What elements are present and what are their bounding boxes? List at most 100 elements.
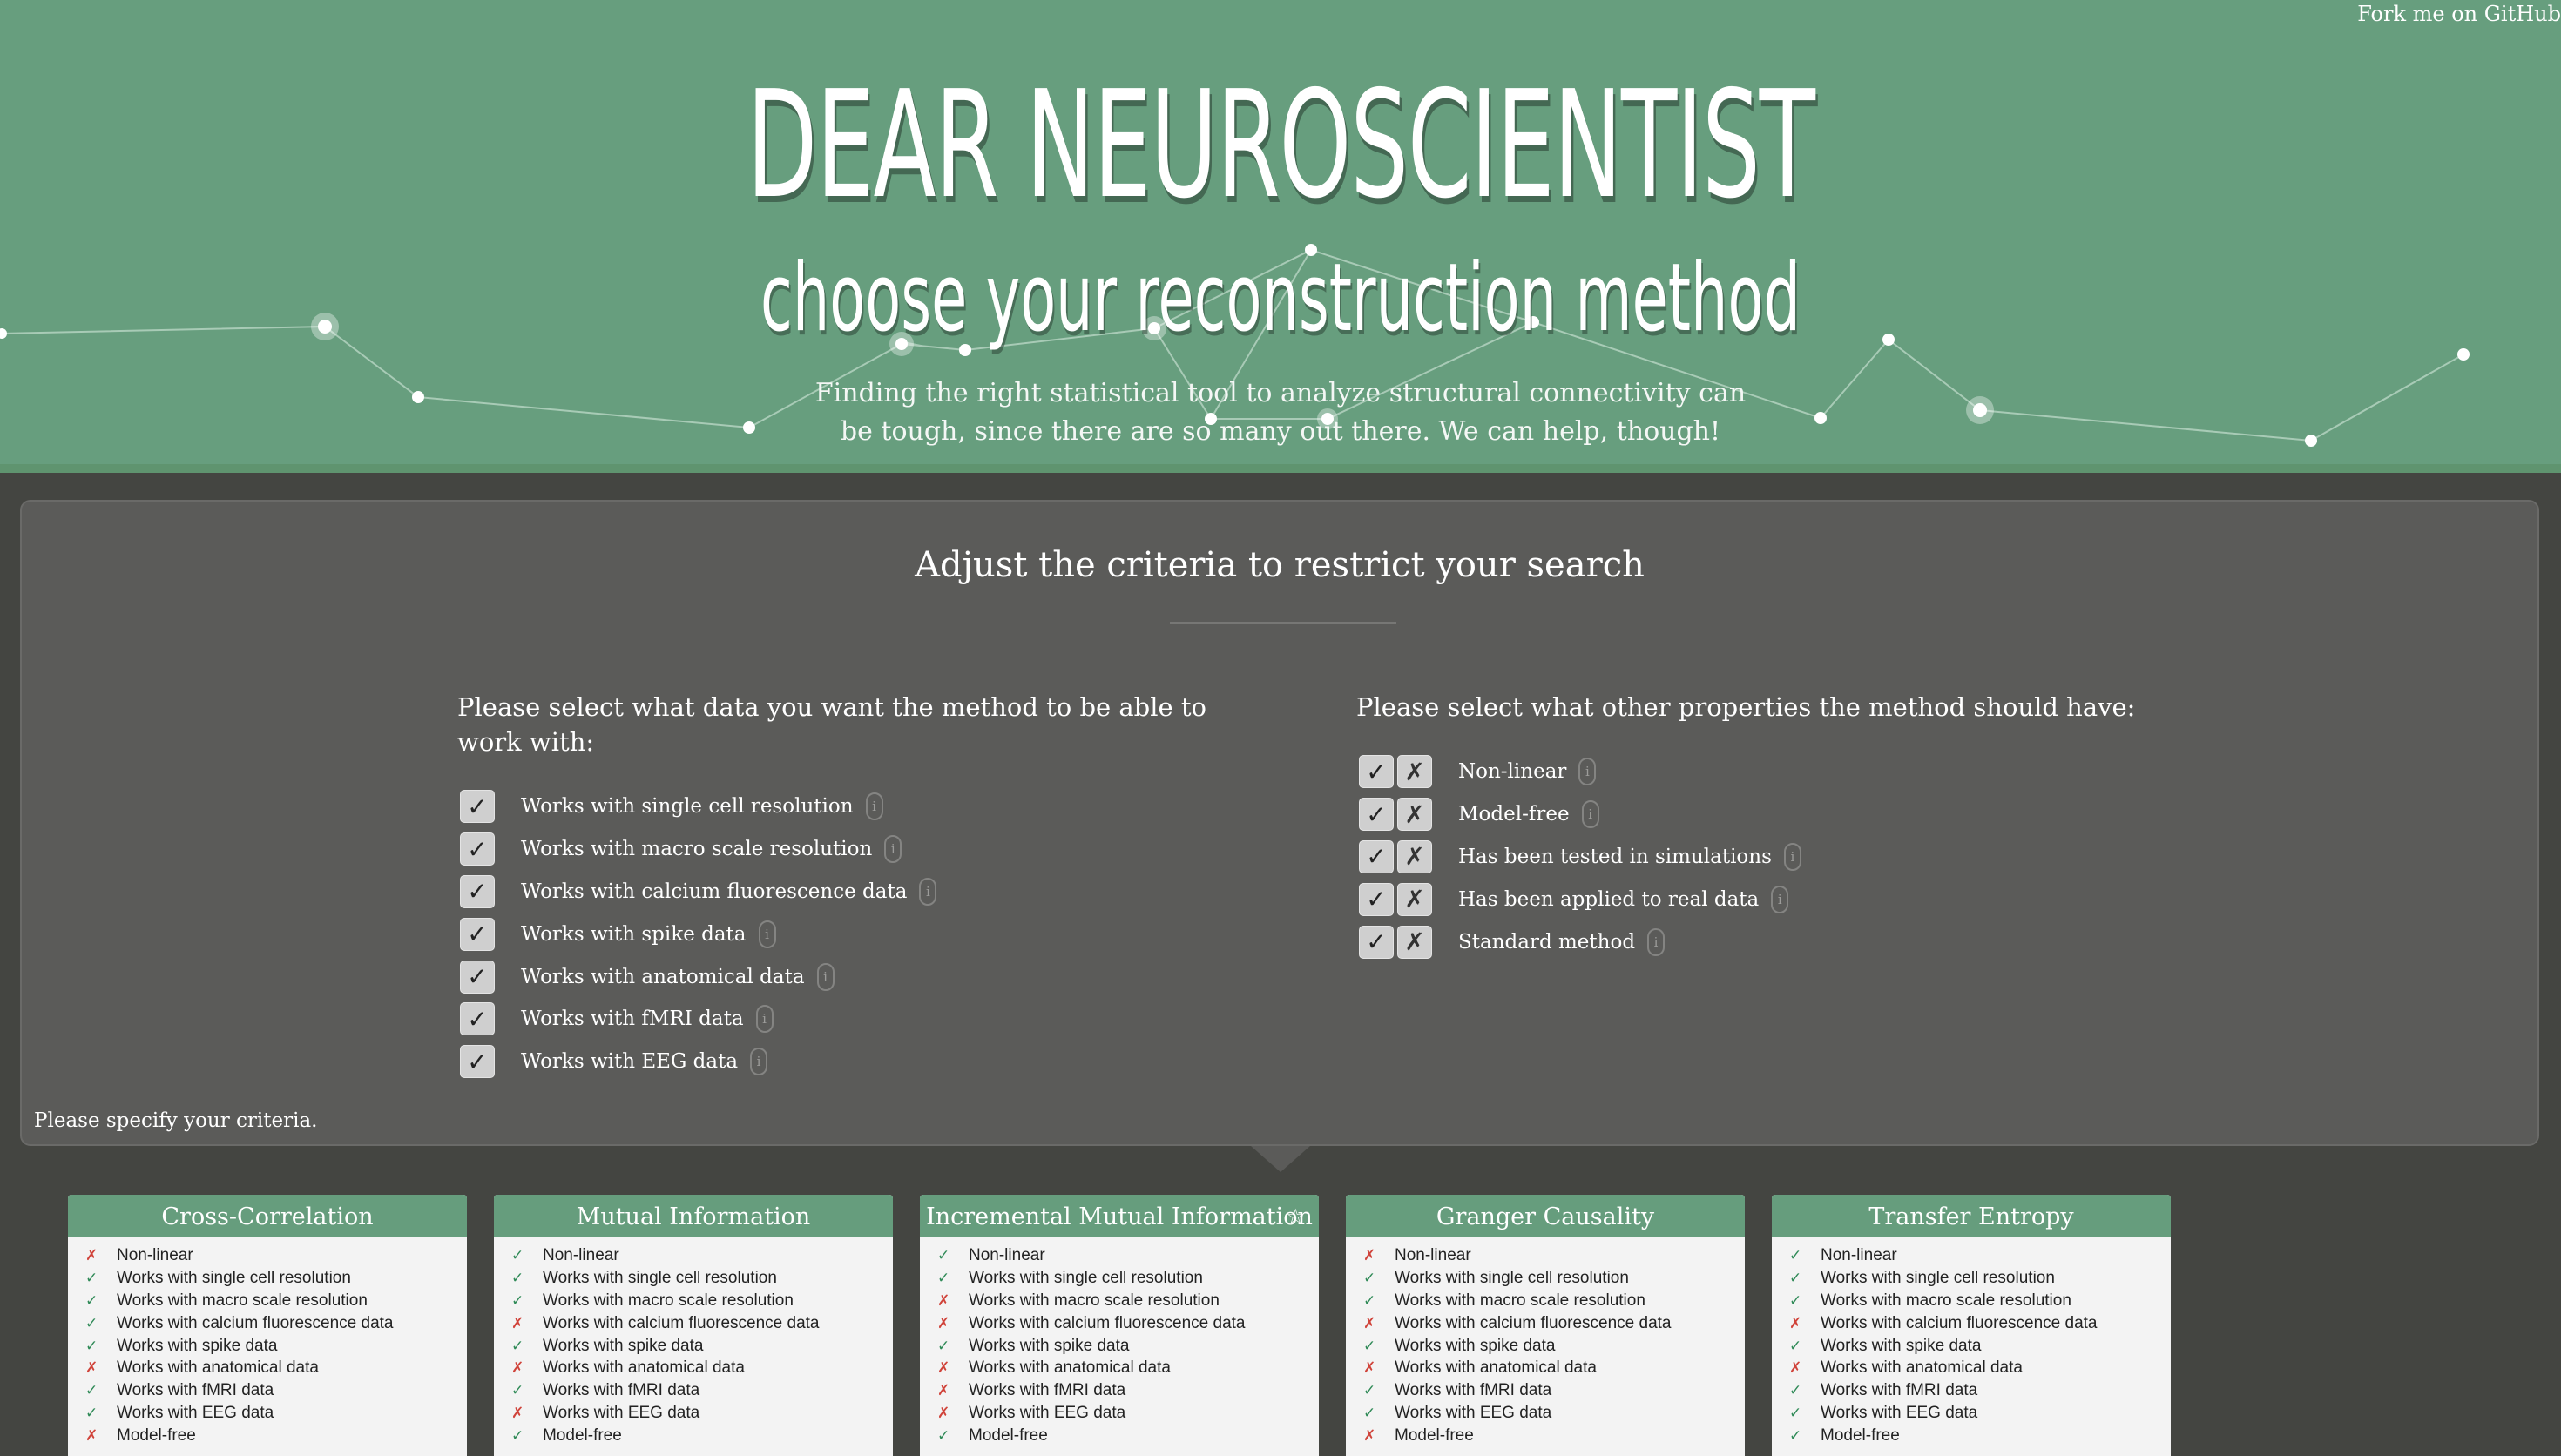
require-yes-button[interactable]: ✓ [1359,798,1394,832]
info-icon[interactable]: i [884,835,902,864]
method-feature-list: ✓ Non-linear ✓ Works with single cell resol… [494,1237,893,1447]
intro-text: Finding the right statistical tool to an… [814,378,1747,447]
require-no-button[interactable]: ✗ [1397,798,1432,832]
method-card-cross-correlation[interactable]: Cross-Correlation ✗ Non-linear ✓ Works with … [68,1195,467,1456]
info-icon[interactable]: i [750,1048,768,1076]
feature-item: ✗ Works with EEG data [920,1402,1319,1425]
feature-label: Works with calcium fluorescence data [1821,1313,2098,1332]
check-icon: ✓ [937,1337,950,1355]
method-card-granger-causality[interactable]: Granger Causality ✗ Non-linear ✓ Works with … [1346,1195,1745,1456]
feature-item: ✓ Non-linear [920,1244,1319,1267]
check-icon: ✓ [1789,1427,1802,1446]
info-icon[interactable]: i [865,792,883,821]
feature-item: ✗ Works with anatomical data [494,1357,893,1379]
feature-item: ✓ Works with single cell resolution [494,1267,893,1290]
check-icon: ✓ [85,1291,98,1310]
cross-icon: ✗ [937,1405,950,1423]
property-criterion-non-linear: ✓ ✗ Non-linear i [1359,751,1801,793]
data-criterion-works-with-fmri-data: ✓ Works with fMRI data i [460,998,936,1041]
method-card-transfer-entropy[interactable]: Transfer Entropy ✓ Non-linear ✓ Works with s… [1772,1195,2171,1456]
cross-icon: ✗ [937,1359,950,1378]
feature-label: Model-free [543,1426,622,1446]
criterion-label: Model-free [1458,803,1570,826]
feature-label: Works with calcium fluorescence data [543,1313,820,1332]
feature-label: Works with EEG data [543,1404,700,1423]
criteria-status-message: Please specify your criteria. [34,1109,318,1132]
panel-pointer-arrow [1251,1146,1310,1172]
feature-item: ✓ Works with single cell resolution [1772,1267,2171,1290]
info-icon[interactable]: i [758,920,776,948]
criterion-checkbox[interactable]: ✓ [460,832,495,866]
require-yes-button[interactable]: ✓ [1359,882,1394,916]
star-icon[interactable]: ☆ [1286,1195,1305,1239]
feature-label: Works with macro scale resolution [969,1291,1220,1310]
info-icon[interactable]: i [755,1005,774,1034]
feature-item: ✗ Works with anatomical data [920,1357,1319,1379]
feature-item: ✓ Works with spike data [494,1335,893,1358]
require-yes-button[interactable]: ✓ [1359,839,1394,873]
feature-item: ✓ Model-free [920,1425,1319,1447]
yes-no-toggle: ✓ ✗ [1359,798,1432,832]
criterion-label: Works with fMRI data [521,1008,744,1031]
info-icon[interactable]: i [1783,842,1801,871]
feature-item: ✓ Works with EEG data [1346,1402,1745,1425]
feature-label: Works with spike data [543,1336,704,1355]
require-no-button[interactable]: ✗ [1397,925,1432,959]
feature-item: ✗ Works with anatomical data [68,1357,467,1379]
method-card-title: Transfer Entropy [1772,1195,2171,1237]
check-icon: ✓ [85,1337,98,1355]
criterion-checkbox[interactable]: ✓ [460,790,495,824]
cross-icon: ✗ [1363,1427,1376,1446]
feature-label: Works with anatomical data [969,1358,1171,1378]
criterion-checkbox[interactable]: ✓ [460,1002,495,1036]
info-icon[interactable]: i [1578,758,1597,786]
method-feature-list: ✓ Non-linear ✓ Works with single cell resol… [920,1237,1319,1447]
feature-item: ✓ Works with fMRI data [68,1379,467,1402]
criterion-label: Works with EEG data [521,1050,739,1074]
fork-on-github-link[interactable]: Fork me on GitHub [2357,2,2561,26]
info-icon[interactable]: i [1647,927,1666,956]
require-yes-button[interactable]: ✓ [1359,755,1394,789]
property-criteria-list: ✓ ✗ Non-linear i ✓ ✗ Model-free i ✓ ✗ Has been tes… [1359,751,1801,963]
criterion-checkbox[interactable]: ✓ [460,917,495,951]
method-card-title: Mutual Information [494,1195,893,1237]
feature-label: Model-free [969,1426,1048,1446]
feature-item: ✓ Works with single cell resolution [920,1267,1319,1290]
info-icon[interactable]: i [919,877,937,906]
check-icon: ✓ [1789,1337,1802,1355]
criterion-checkbox[interactable]: ✓ [460,874,495,908]
feature-label: Model-free [117,1426,196,1446]
feature-label: Works with macro scale resolution [1395,1291,1645,1310]
check-icon: ✓ [1363,1337,1376,1355]
feature-label: Model-free [1395,1426,1474,1446]
feature-label: Works with fMRI data [1395,1381,1552,1400]
check-icon: ✓ [85,1382,98,1400]
feature-item: ✓ Works with spike data [68,1335,467,1358]
criterion-checkbox[interactable]: ✓ [460,960,495,994]
require-no-button[interactable]: ✗ [1397,882,1432,916]
cross-icon: ✗ [1363,1314,1376,1332]
info-icon[interactable]: i [1581,800,1599,829]
feature-item: ✓ Works with calcium fluorescence data [68,1312,467,1335]
yes-no-toggle: ✓ ✗ [1359,882,1432,916]
criteria-panel: Adjust the criteria to restrict your sea… [20,500,2539,1146]
method-card-mutual-information[interactable]: Mutual Information ✓ Non-linear ✓ Works with… [494,1195,893,1456]
feature-label: Works with spike data [969,1336,1130,1355]
criterion-checkbox[interactable]: ✓ [460,1045,495,1079]
info-icon[interactable]: i [816,962,835,991]
require-no-button[interactable]: ✗ [1397,839,1432,873]
info-icon[interactable]: i [1771,885,1789,913]
check-icon: ✓ [937,1427,950,1446]
method-name: Transfer Entropy [1868,1203,2074,1230]
cross-icon: ✗ [1789,1359,1802,1378]
cross-icon: ✗ [85,1246,98,1264]
feature-label: Works with single cell resolution [1821,1268,2055,1287]
require-no-button[interactable]: ✗ [1397,755,1432,789]
feature-item: ✗ Works with anatomical data [1772,1357,2171,1379]
check-icon: ✓ [1789,1405,1802,1423]
feature-label: Works with calcium fluorescence data [117,1313,394,1332]
method-card-incremental-mutual-information[interactable]: Incremental Mutual Information ☆ ✓ Non-line… [920,1195,1319,1456]
require-yes-button[interactable]: ✓ [1359,925,1394,959]
cross-icon: ✗ [1789,1314,1802,1332]
method-name: Mutual Information [576,1203,811,1230]
